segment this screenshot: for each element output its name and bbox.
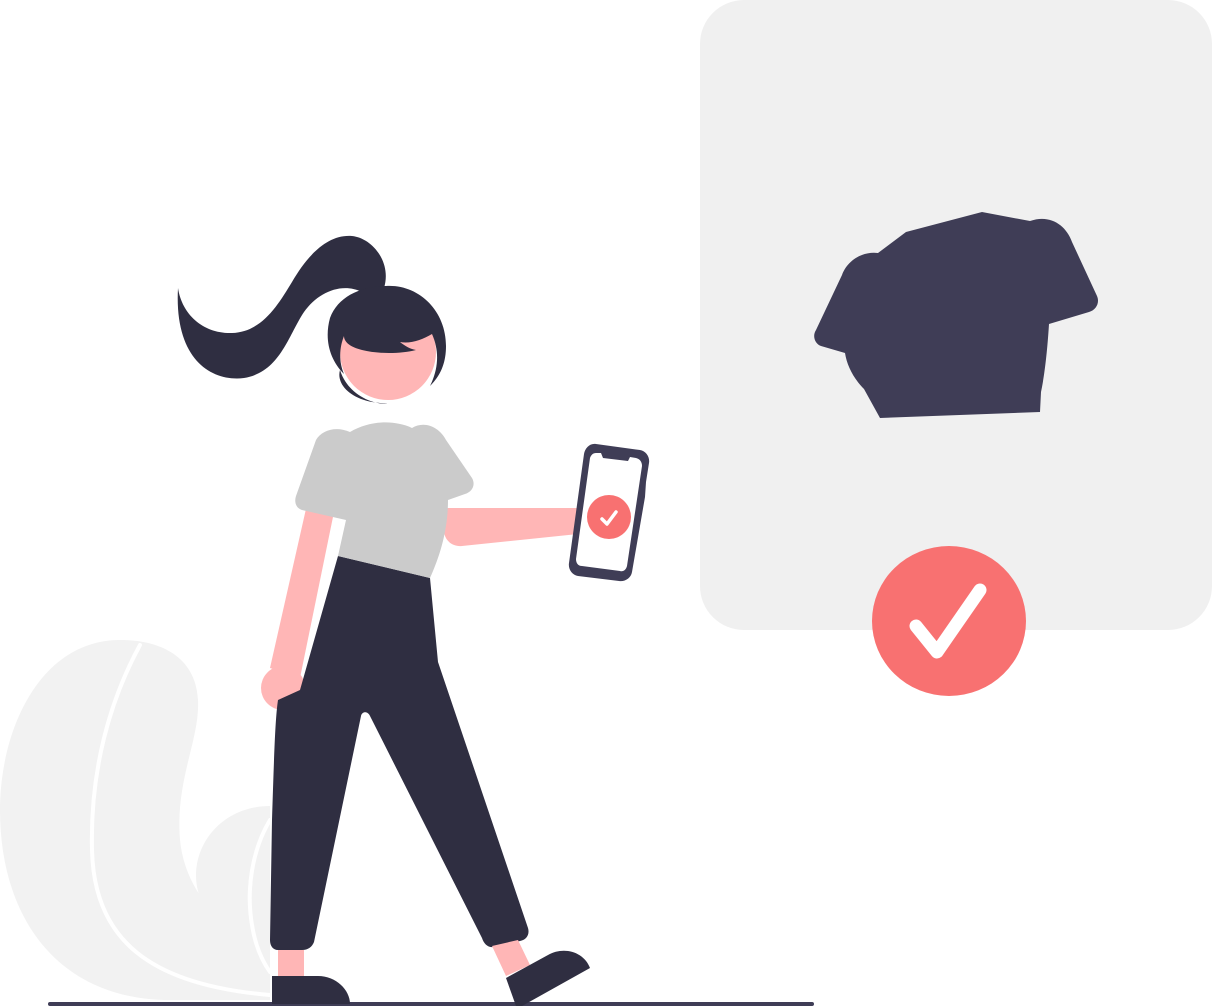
smartphone[interactable] [568,443,650,582]
scene-svg [0,0,1212,1006]
plant-illustration [0,640,272,1000]
right-arm [444,508,578,547]
ground-line [48,1002,814,1006]
phone-check-circle-icon [587,495,631,539]
check-circle-icon [872,546,1026,696]
left-ankle [278,950,304,978]
big-check-badge [872,546,1026,696]
illustration-canvas [0,0,1212,1008]
left-shoe [272,976,350,1004]
